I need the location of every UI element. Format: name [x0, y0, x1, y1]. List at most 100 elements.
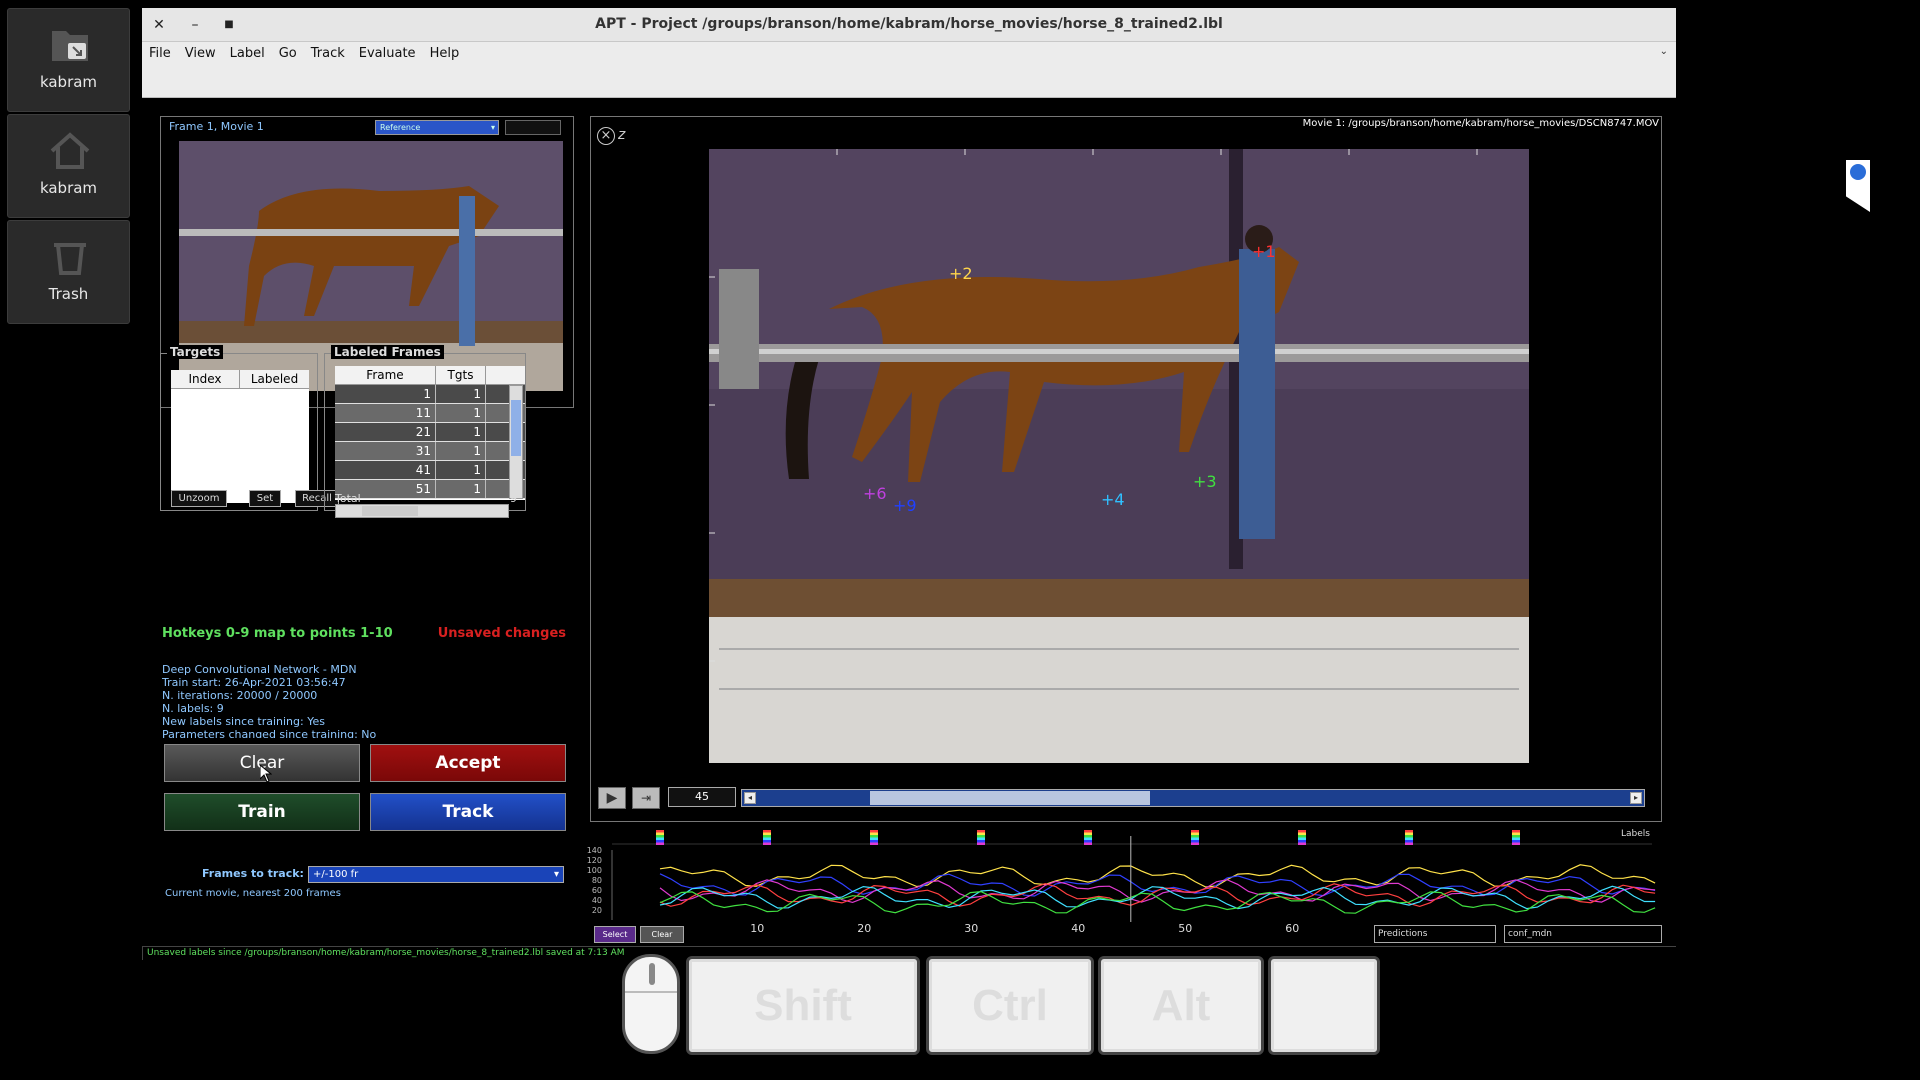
- table-row[interactable]: 21 1: [335, 423, 525, 442]
- landmark-9[interactable]: +9: [893, 496, 917, 515]
- menu-track[interactable]: Track: [304, 42, 352, 66]
- label-marker: [1084, 830, 1092, 833]
- labeled-frames-table[interactable]: Frame Tgts 1 1 11 1 21 1 31 1 41 1 51 1: [335, 366, 525, 518]
- accept-button[interactable]: Accept: [370, 744, 566, 782]
- menu-help[interactable]: Help: [423, 42, 467, 66]
- frames-to-track-select[interactable]: +/-100 fr ▾: [308, 866, 564, 883]
- label-marker: [1084, 837, 1092, 840]
- label-marker: [763, 830, 771, 833]
- movie-frame-image[interactable]: +1 +2 +3 +4 +6 +9: [709, 149, 1529, 763]
- timeline-clear-button[interactable]: Clear: [640, 926, 684, 943]
- cell-tgts: 1: [436, 385, 486, 403]
- conf-value: conf_mdn: [1508, 929, 1553, 939]
- menu-file[interactable]: File: [142, 42, 178, 66]
- label-marker: [1512, 837, 1520, 840]
- x-tick: 60: [1285, 922, 1300, 935]
- folder-icon: [52, 31, 88, 61]
- label-marker: [977, 837, 985, 840]
- set-button[interactable]: Set: [249, 490, 281, 507]
- table-row[interactable]: 31 1: [335, 442, 525, 461]
- column-header-labeled[interactable]: Labeled: [240, 370, 309, 388]
- table-row[interactable]: 11 1: [335, 404, 525, 423]
- cell-tgts: 1: [436, 404, 486, 422]
- label-marker: [1512, 842, 1520, 845]
- landmark-2[interactable]: +2: [949, 264, 973, 283]
- targets-group: Targets Index Labeled ◂ ▸ Unzoom Set Rec…: [160, 345, 339, 511]
- zoom-reset-icon[interactable]: ×: [597, 127, 615, 145]
- label-marker: [870, 837, 878, 840]
- table-row[interactable]: 11: [335, 385, 525, 404]
- column-header-tgts[interactable]: Tgts: [436, 366, 486, 384]
- label-marker: [1298, 837, 1306, 840]
- vertical-scrollbar[interactable]: [509, 385, 523, 499]
- labeled-frames-rows: 1 1 11 1 21 1 31 1 41 1 51 1: [335, 385, 525, 499]
- slider-thumb[interactable]: [870, 791, 1150, 805]
- predictions-select[interactable]: Predictions: [1374, 925, 1496, 943]
- landmark-3[interactable]: +3: [1193, 472, 1217, 491]
- label-marker: [1084, 835, 1092, 838]
- hotkeys-hint: Hotkeys 0-9 map to points 1-10: [162, 626, 393, 641]
- landmark-6[interactable]: +6: [863, 484, 887, 503]
- x-tick: 40: [1071, 922, 1086, 935]
- label-marker: [1084, 842, 1092, 845]
- menu-go[interactable]: Go: [272, 42, 304, 66]
- mouse-indicator: [622, 954, 680, 1054]
- frame-number-input[interactable]: 45: [668, 787, 736, 807]
- ctrl-key: Ctrl: [926, 956, 1094, 1055]
- timeline-plot[interactable]: [572, 826, 1662, 944]
- menu-evaluate[interactable]: Evaluate: [352, 42, 423, 66]
- labeled-frames-group: Labeled Frames Frame Tgts 1 1 11 1 21 1 31 1 41 1…: [324, 345, 526, 518]
- landmark-4[interactable]: +4: [1101, 490, 1125, 509]
- landmark-1[interactable]: +1: [1252, 242, 1276, 261]
- conf-select[interactable]: conf_mdn: [1504, 925, 1662, 943]
- targets-header: Index Labeled: [171, 370, 309, 389]
- frame-slider[interactable]: ◂ ▸: [741, 789, 1645, 807]
- chevron-down-icon: ▾: [490, 123, 495, 132]
- cell-frame: 41: [335, 461, 436, 479]
- targets-table[interactable]: Index Labeled ◂ ▸: [171, 370, 309, 503]
- timeline-select-button[interactable]: Select: [594, 926, 636, 943]
- slider-right-icon[interactable]: ▸: [1630, 792, 1642, 804]
- horizontal-scrollbar[interactable]: [335, 504, 509, 518]
- desktop-trash[interactable]: Trash: [7, 220, 130, 324]
- reference-dropdown[interactable]: Reference ▾: [375, 120, 499, 135]
- desktop-folder-kabram[interactable]: kabram: [7, 8, 130, 112]
- unzoom-button[interactable]: Unzoom: [171, 490, 227, 507]
- cell-frame: 31: [335, 442, 436, 460]
- label-marker: [870, 840, 878, 843]
- desktop-icon-label: kabram: [39, 73, 98, 91]
- label-marker: [1512, 830, 1520, 833]
- scroll-thumb[interactable]: [362, 506, 418, 516]
- label-marker: [1191, 830, 1199, 833]
- total-value: 9: [510, 492, 517, 505]
- train-button[interactable]: Train: [164, 793, 360, 831]
- label-marker: [977, 832, 985, 835]
- play-segment-button[interactable]: ⇥: [632, 787, 660, 809]
- table-row[interactable]: 41 1: [335, 461, 525, 480]
- label-marker: [977, 835, 985, 838]
- scroll-thumb[interactable]: [511, 400, 521, 456]
- label-marker: [1191, 835, 1199, 838]
- menu-overflow-icon[interactable]: ⌄: [1660, 46, 1668, 57]
- menu-label[interactable]: Label: [223, 42, 272, 66]
- edge-widget[interactable]: [1846, 160, 1870, 212]
- track-button[interactable]: Track: [370, 793, 566, 831]
- desktop-home-kabram[interactable]: kabram: [7, 114, 130, 218]
- column-header-frame[interactable]: Frame: [335, 366, 436, 384]
- play-button[interactable]: ▶: [598, 787, 626, 809]
- table-row[interactable]: 51 1: [335, 480, 525, 499]
- slider-left-icon[interactable]: ◂: [744, 792, 756, 804]
- label-marker: [1405, 840, 1413, 843]
- menu-view[interactable]: View: [178, 42, 223, 66]
- window-title: APT - Project /groups/branson/home/kabra…: [595, 16, 1223, 32]
- play-icon: ▶: [606, 790, 618, 806]
- reference-aux-button[interactable]: [505, 120, 561, 135]
- training-info: Deep Convolutional Network - MDN Train s…: [162, 663, 376, 738]
- menu-bar: File View Label Go Track Evaluate Help ⌄: [142, 42, 1676, 66]
- column-header-index[interactable]: Index: [171, 370, 240, 388]
- y-axis-ticks: 140 120 100 80 60 40 20: [572, 846, 602, 916]
- label-marker: [1298, 842, 1306, 845]
- label-marker: [870, 830, 878, 833]
- label-marker: [870, 842, 878, 845]
- y-tick: 120: [586, 856, 602, 865]
